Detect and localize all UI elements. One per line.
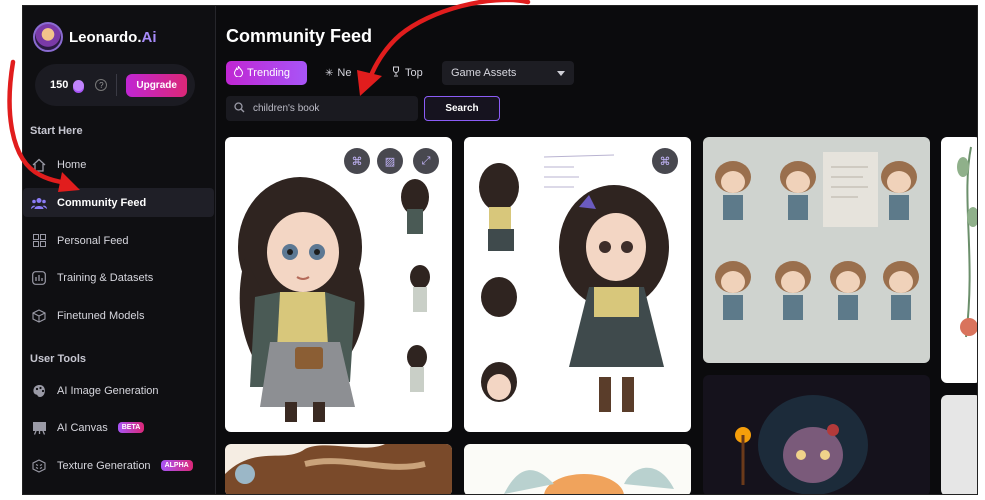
sidebar-item-texture-generation[interactable]: Texture Generation ALPHA <box>23 451 216 480</box>
expand-icon[interactable]: ⤢ <box>413 148 439 174</box>
chevron-down-icon <box>557 70 565 76</box>
canvas-icon <box>31 420 47 436</box>
sparkle-icon: ✳ <box>325 67 334 79</box>
feed-image-card[interactable] <box>225 444 452 494</box>
search-icon <box>234 100 245 118</box>
category-filter-select[interactable]: Game Assets <box>442 61 574 85</box>
tab-top[interactable]: Top <box>383 61 431 85</box>
divider <box>116 74 118 96</box>
token-icon <box>73 79 85 91</box>
cube-icon <box>31 308 47 324</box>
feed-image-card[interactable] <box>703 375 930 494</box>
search-box <box>226 96 418 121</box>
page-title: Community Feed <box>226 26 373 46</box>
feed-image <box>479 154 669 412</box>
feed-image <box>504 467 674 494</box>
app-window: Leonardo.Ai 150 ? Upgrade Start Here Hom… <box>22 5 978 495</box>
alpha-badge: ALPHA <box>160 460 193 471</box>
sidebar-item-label: Community Feed <box>57 196 147 209</box>
sidebar-item-ai-canvas[interactable]: AI Canvas BETA <box>23 413 216 442</box>
trophy-icon <box>391 66 401 80</box>
feed-image <box>957 146 977 338</box>
credit-count: 150 <box>50 79 69 91</box>
sidebar-item-home[interactable]: Home <box>23 150 216 179</box>
upgrade-button[interactable]: Upgrade <box>126 73 187 97</box>
sidebar-item-label: Finetuned Models <box>57 309 145 322</box>
feed-image-card[interactable] <box>464 444 691 494</box>
tab-label: Top <box>405 67 423 79</box>
sidebar: Leonardo.Ai 150 ? Upgrade Start Here Hom… <box>23 6 216 494</box>
palette-icon <box>31 383 47 399</box>
feed-image <box>735 395 868 494</box>
feed-image-card[interactable] <box>941 395 977 494</box>
feed-image <box>238 177 430 422</box>
brand-logo[interactable]: Leonardo.Ai <box>33 22 157 52</box>
help-icon[interactable]: ? <box>95 79 108 91</box>
feed-image-card[interactable]: ⌘ ▨ ⤢ <box>225 137 452 432</box>
section-title-start-here: Start Here <box>30 125 83 137</box>
sidebar-item-label: AI Image Generation <box>57 384 159 397</box>
remix-icon[interactable]: ⌘ <box>652 148 678 174</box>
logo-avatar <box>33 22 63 52</box>
sidebar-item-label: Home <box>57 158 87 171</box>
tab-label: Ne <box>337 67 352 79</box>
search-button[interactable]: Search <box>424 96 500 121</box>
sidebar-item-finetuned-models[interactable]: Finetuned Models <box>23 301 216 330</box>
section-title-user-tools: User Tools <box>30 353 87 365</box>
feed-image-card[interactable] <box>703 137 930 363</box>
fire-icon <box>233 65 244 80</box>
sidebar-item-community-feed[interactable]: Community Feed <box>23 188 214 217</box>
tab-label: Trending <box>247 67 291 79</box>
sidebar-item-personal-feed[interactable]: Personal Feed <box>23 226 216 255</box>
sidebar-item-label: Personal Feed <box>57 234 129 247</box>
remix-icon[interactable]: ⌘ <box>344 148 370 174</box>
feed-image <box>715 152 919 320</box>
texture-icon <box>31 458 47 474</box>
grid-icon <box>31 233 47 249</box>
tab-trending[interactable]: Trending <box>226 61 307 85</box>
brand-name: Leonardo.Ai <box>69 28 157 46</box>
feed-image <box>225 444 452 494</box>
feed-image-card[interactable] <box>941 137 977 383</box>
tab-new[interactable]: ✳ Ne <box>317 61 359 85</box>
feed-image-card[interactable]: ⌘ <box>464 137 691 432</box>
training-icon <box>31 270 47 286</box>
sidebar-item-label: Texture Generation <box>57 459 151 472</box>
main-content: Community Feed Trending ✳ Ne Top Game As… <box>216 6 977 494</box>
home-icon <box>31 157 47 173</box>
beta-badge: BETA <box>117 422 145 433</box>
search-input[interactable] <box>253 103 403 114</box>
sidebar-item-ai-image-generation[interactable]: AI Image Generation <box>23 376 216 405</box>
credits-pill: 150 ? Upgrade <box>35 64 195 106</box>
community-icon <box>31 195 47 211</box>
sidebar-item-label: AI Canvas <box>57 421 108 434</box>
filter-value: Game Assets <box>451 67 517 79</box>
sidebar-item-training-datasets[interactable]: Training & Datasets <box>23 263 216 292</box>
sidebar-item-label: Training & Datasets <box>57 271 154 284</box>
variation-icon[interactable]: ▨ <box>377 148 403 174</box>
